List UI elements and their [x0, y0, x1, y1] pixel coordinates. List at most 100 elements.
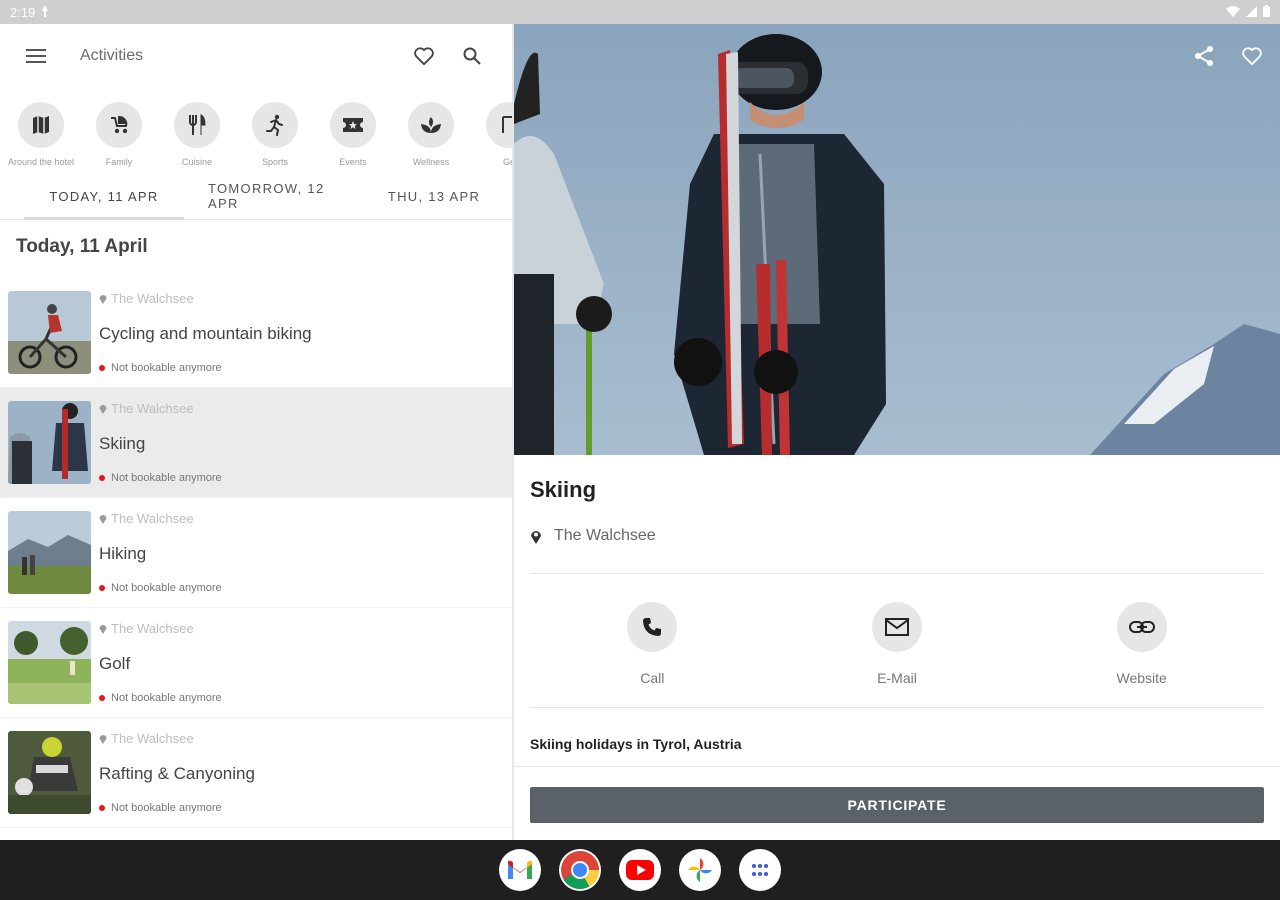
grid-icon	[752, 864, 768, 876]
category-label: Around the hotel	[7, 157, 75, 167]
stroller-icon	[96, 102, 142, 148]
item-status: Not bookable anymore	[111, 472, 222, 484]
category-bar: Around the hotel Family Cuisine Sports E…	[0, 88, 512, 172]
divider	[514, 766, 1280, 767]
category-partial[interactable]: Ge	[470, 88, 512, 172]
activity-thumbnail-cycling	[8, 291, 91, 374]
call-button[interactable]: Call	[530, 574, 775, 707]
share-icon	[1195, 46, 1213, 66]
photos-app[interactable]	[679, 849, 721, 891]
menu-button[interactable]	[16, 36, 56, 76]
email-button[interactable]: E-Mail	[775, 574, 1020, 707]
favorite-button[interactable]	[1238, 42, 1266, 70]
category-label: Wellness	[412, 157, 450, 167]
photos-icon	[688, 858, 712, 882]
item-status: Not bookable anymore	[111, 362, 222, 374]
category-label: Events	[339, 157, 367, 167]
category-cuisine[interactable]: Cuisine	[158, 88, 236, 172]
detail-description: Skiing holidays in Tyrol, Austria	[530, 736, 742, 752]
category-around-the-hotel[interactable]: Around the hotel	[2, 88, 80, 172]
chrome-app[interactable]	[559, 849, 601, 891]
phone-icon	[627, 602, 678, 652]
list-item-selected[interactable]: The Walchsee Skiing Not bookable anymore	[0, 388, 512, 498]
category-sports[interactable]: Sports	[236, 88, 314, 172]
date-tabs: TODAY, 11 APR TOMORROW, 12 APR THU, 13 A…	[0, 172, 512, 220]
activities-panel: Activities Around the hotel Family Cuisi…	[0, 24, 512, 840]
location-pin-icon	[99, 514, 107, 524]
search-icon	[463, 47, 481, 65]
location-pin-icon	[531, 530, 541, 544]
youtube-app[interactable]	[619, 849, 661, 891]
chrome-icon	[561, 851, 600, 890]
battery-icon	[1263, 4, 1270, 20]
website-button[interactable]: Website	[1019, 574, 1264, 707]
item-status: Not bookable anymore	[111, 692, 222, 704]
category-family[interactable]: Family	[80, 88, 158, 172]
activity-thumbnail-hiking	[8, 511, 91, 594]
day-heading: Today, 11 April	[16, 236, 148, 257]
tab-thursday[interactable]: THU, 13 APR	[356, 172, 512, 220]
call-label: Call	[640, 670, 665, 686]
list-item[interactable]: The Walchsee Golf Not bookable anymore	[0, 608, 512, 718]
activity-detail-panel: Skiing The Walchsee Call E-Mail Website …	[514, 24, 1280, 840]
category-icon	[486, 102, 512, 148]
list-item[interactable]: The Walchsee Cycling and mountain biking…	[0, 278, 512, 388]
category-label: Sports	[261, 157, 288, 167]
tab-today[interactable]: TODAY, 11 APR	[0, 172, 208, 220]
heart-icon	[1242, 47, 1262, 66]
location-pin-icon	[99, 404, 107, 414]
list-item[interactable]: The Walchsee Hiking Not bookable anymore	[0, 498, 512, 608]
item-title: Cycling and mountain biking	[99, 324, 312, 343]
signal-icon	[1246, 5, 1257, 20]
app-launcher[interactable]	[739, 849, 781, 891]
item-location: The Walchsee	[111, 621, 194, 636]
ticket-icon	[330, 102, 376, 148]
status-dot	[99, 365, 105, 371]
status-dot	[99, 585, 105, 591]
detail-location-text: The Walchsee	[554, 527, 656, 544]
website-label: Website	[1116, 670, 1167, 686]
item-location: The Walchsee	[111, 401, 194, 416]
gmail-app[interactable]	[499, 849, 541, 891]
link-icon	[1116, 602, 1167, 652]
item-title: Skiing	[99, 434, 146, 453]
wifi-icon	[1226, 5, 1240, 20]
list-item[interactable]: The Walchsee Rafting & Canyoning Not boo…	[0, 718, 512, 828]
item-location: The Walchsee	[111, 291, 194, 306]
running-icon	[252, 102, 298, 148]
detail-location: The Walchsee	[514, 519, 1280, 553]
status-dot	[99, 695, 105, 701]
status-time: 2:19	[10, 4, 36, 20]
category-events[interactable]: Events	[314, 88, 392, 172]
item-status: Not bookable anymore	[111, 802, 222, 814]
activity-thumbnail-rafting	[8, 731, 91, 814]
contact-actions: Call E-Mail Website	[514, 574, 1280, 707]
cutlery-icon	[174, 102, 220, 148]
search-button[interactable]	[448, 36, 496, 76]
email-label: E-Mail	[877, 670, 917, 686]
category-wellness[interactable]: Wellness	[392, 88, 470, 172]
item-title: Hiking	[99, 544, 147, 563]
participate-button[interactable]: PARTICIPATE	[530, 787, 1264, 823]
hero-image	[514, 24, 1280, 455]
tab-indicator	[24, 217, 184, 220]
item-location: The Walchsee	[111, 511, 194, 526]
share-button[interactable]	[1190, 42, 1218, 70]
menu-icon	[26, 49, 46, 63]
location-pin-icon	[99, 294, 107, 304]
app-dock	[0, 840, 1280, 900]
map-icon	[18, 102, 64, 148]
category-label: Cuisine	[181, 157, 212, 167]
status-dot	[99, 805, 105, 811]
item-title: Rafting & Canyoning	[99, 764, 255, 783]
category-label: Family	[105, 157, 133, 167]
location-pin-icon	[99, 734, 107, 744]
category-label: Ge	[502, 157, 512, 167]
location-pin-icon	[99, 624, 107, 634]
activity-thumbnail-golf	[8, 621, 91, 704]
status-dot	[99, 475, 105, 481]
mail-icon	[872, 602, 922, 652]
page-title: Activities	[80, 47, 144, 64]
tab-tomorrow[interactable]: TOMORROW, 12 APR	[208, 172, 356, 220]
favorites-button[interactable]	[400, 36, 448, 76]
